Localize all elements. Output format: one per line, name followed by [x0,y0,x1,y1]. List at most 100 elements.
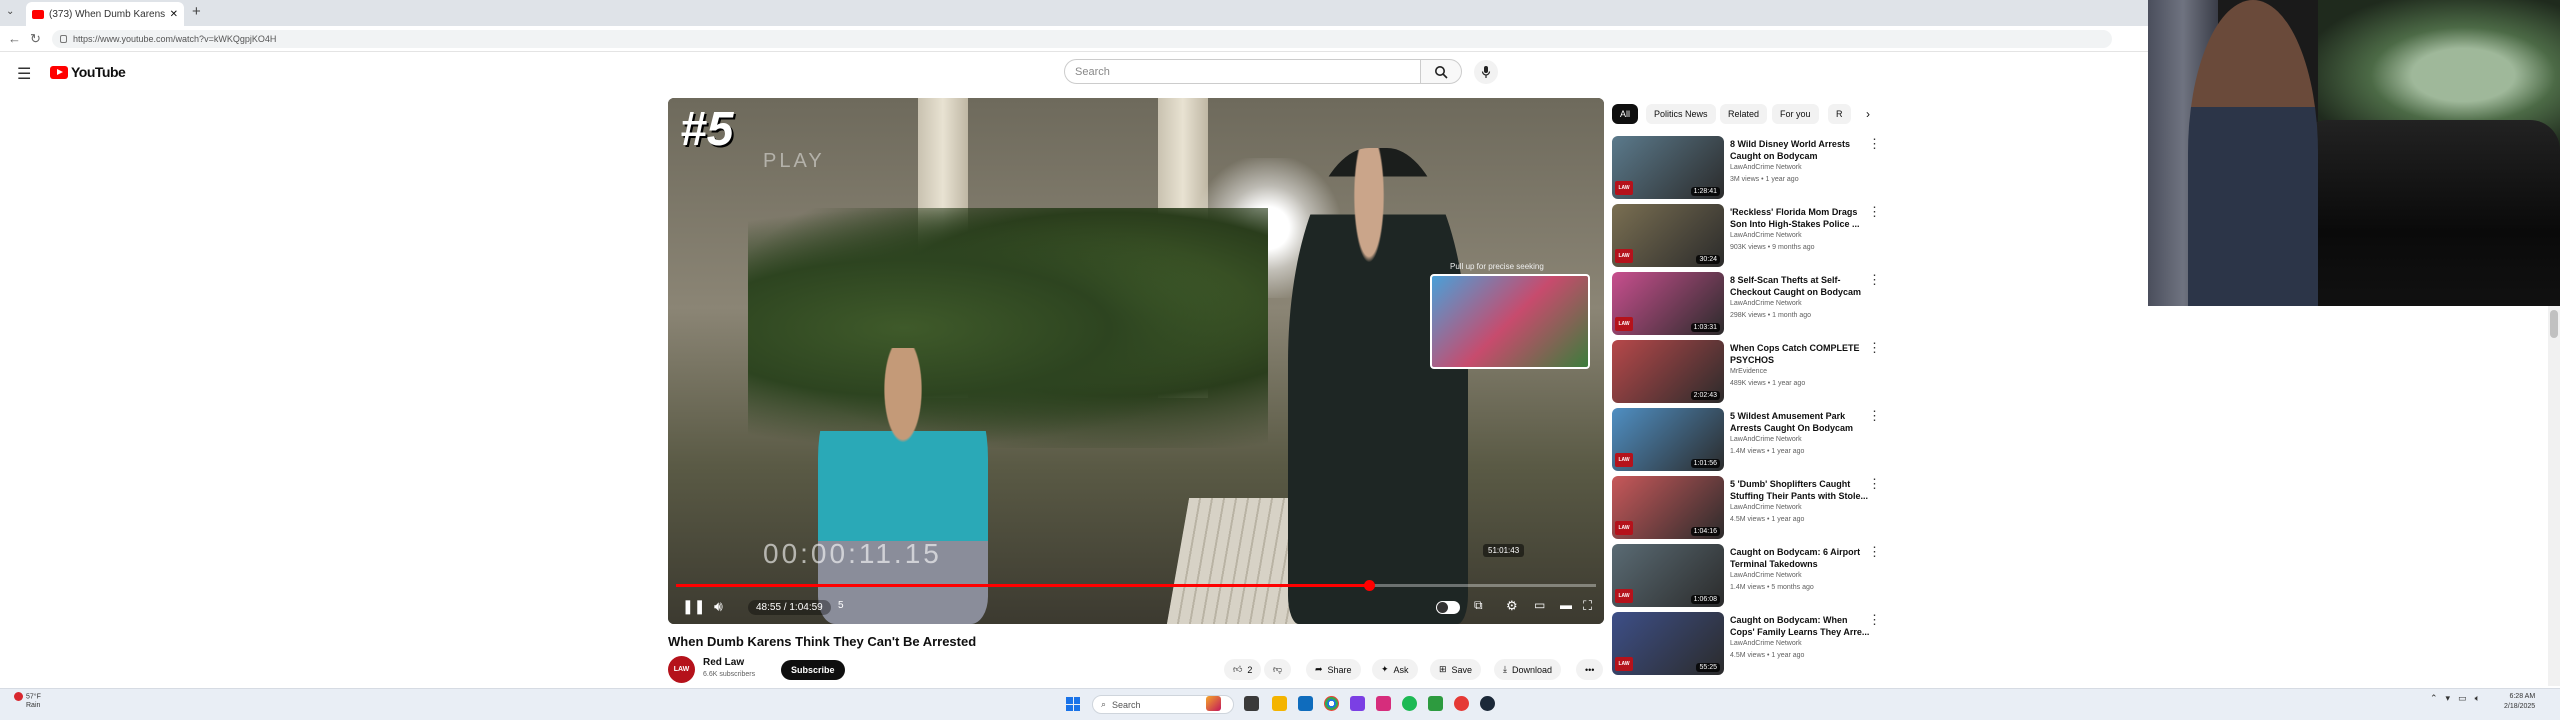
recommendation-channel[interactable]: LawAndCrime Network [1730,504,1802,511]
ms-store-icon[interactable] [1298,696,1313,711]
save-button[interactable]: ⊞ Save [1430,659,1482,680]
recommendation-title[interactable]: 8 Self-Scan Thefts at Self-Checkout Caug… [1730,274,1870,298]
more-actions-button[interactable]: ••• [1576,659,1604,680]
recommendation-item[interactable]: LAW 1:28:41 8 Wild Disney World Arrests C… [1612,136,1882,200]
obs-icon[interactable] [1350,696,1365,711]
volume-tray-icon[interactable]: 🔈︎ [2475,693,2480,704]
recommendation-item[interactable]: LAW 1:03:31 8 Self-Scan Thefts at Self-Ch… [1612,272,1882,336]
recommendation-channel[interactable]: LawAndCrime Network [1730,572,1802,579]
tab-list-chevron-icon[interactable]: ⌄ [6,6,14,17]
recommendation-thumbnail[interactable]: LAW 30:24 [1612,204,1724,267]
file-explorer-icon[interactable] [1272,696,1287,711]
download-button[interactable]: ⤓ Download [1494,659,1562,680]
chip-related[interactable]: Related [1720,104,1768,124]
subscribe-button[interactable]: Subscribe [781,660,845,680]
address-bar[interactable]: https://www.youtube.com/watch?v=kWKQgpjK… [52,30,2112,48]
app-red-icon[interactable] [1454,696,1469,711]
recommendation-thumbnail[interactable]: LAW 55:25 [1612,612,1724,675]
taskbar-task-view-icon[interactable] [1244,696,1259,711]
volume-icon[interactable]: 🔊︎ [714,598,723,615]
recommendation-thumbnail[interactable]: LAW 1:01:56 [1612,408,1724,471]
recommendation-channel[interactable]: LawAndCrime Network [1730,232,1802,239]
spotify-icon[interactable] [1402,696,1417,711]
autoplay-toggle[interactable] [1436,601,1460,614]
browser-tab[interactable]: (373) When Dumb Karens Thi ✕ [26,2,184,26]
taskbar-clock[interactable]: 6:28 AM 2/18/2025 [2504,692,2535,712]
recommendation-item[interactable]: LAW 30:24 'Reckless' Florida Mom Drags So… [1612,204,1882,268]
more-vertical-icon[interactable]: ⋮ [1868,544,1881,560]
voice-search-button[interactable] [1474,60,1498,84]
tray-app-icon[interactable]: ▾ [2446,693,2451,704]
chips-next-chevron-icon[interactable]: › [1858,104,1878,124]
chrome-icon[interactable] [1324,696,1339,711]
site-info-icon[interactable] [60,35,67,43]
recommendation-channel[interactable]: LawAndCrime Network [1730,164,1802,171]
windows-start-icon[interactable] [1066,697,1080,711]
scrollbar-thumb[interactable] [2550,310,2558,338]
recommendation-thumbnail[interactable]: LAW 1:03:31 [1612,272,1724,335]
recommendation-title[interactable]: Caught on Bodycam: 6 Airport Terminal Ta… [1730,546,1870,570]
recommendation-title[interactable]: When Cops Catch COMPLETE PSYCHOS [1730,342,1870,366]
recommendation-channel[interactable]: LawAndCrime Network [1730,300,1802,307]
recommendation-title[interactable]: 8 Wild Disney World Arrests Caught on Bo… [1730,138,1870,162]
search-button[interactable] [1420,59,1462,84]
search-input[interactable]: Search [1064,59,1421,84]
more-vertical-icon[interactable]: ⋮ [1868,340,1881,356]
app-green-icon[interactable] [1428,696,1443,711]
recommendation-thumbnail[interactable]: LAW 1:06:08 [1612,544,1724,607]
pause-icon[interactable]: ❚❚ [682,598,705,615]
new-tab-plus-icon[interactable]: + [192,3,201,20]
recommendation-item[interactable]: LAW 1:04:16 5 'Dumb' Shoplifters Caught S… [1612,476,1882,540]
progress-bar[interactable] [676,580,1596,591]
recommendation-item[interactable]: LAW 55:25 Caught on Bodycam: When Cops' F… [1612,612,1882,676]
channel-name[interactable]: Red Law [703,657,744,668]
tray-chevron-icon[interactable]: ⌃ [2430,693,2438,704]
video-player[interactable]: #5 PLAY 00:00:11.15 Pull up for precise … [668,98,1604,624]
more-vertical-icon[interactable]: ⋮ [1868,204,1881,220]
like-button[interactable]: 👍︎ 2 [1224,659,1262,680]
hamburger-menu-icon[interactable]: ☰ [17,64,31,84]
chip-politics-news[interactable]: Politics News [1646,104,1716,124]
app-icon[interactable] [1376,696,1391,711]
recommendation-thumbnail[interactable]: 2:02:43 [1612,340,1724,403]
taskbar-news-icon[interactable] [1206,696,1221,711]
ask-button[interactable]: ✦ Ask [1372,659,1418,680]
weather-widget[interactable]: 57°F Rain [14,692,41,710]
progress-scrubber-handle[interactable] [1363,580,1375,591]
recommendation-item[interactable]: LAW 1:01:56 5 Wildest Amusement Park Arre… [1612,408,1882,472]
chapter-label[interactable]: 5 [838,600,844,611]
chip-all[interactable]: All [1612,104,1639,124]
more-vertical-icon[interactable]: ⋮ [1868,408,1881,424]
recommendation-item[interactable]: LAW 1:06:08 Caught on Bodycam: 6 Airport … [1612,544,1882,608]
fullscreen-icon[interactable]: ⛶ [1583,598,1592,614]
page-scrollbar[interactable] [2548,306,2560,686]
settings-gear-icon[interactable]: ⚙ [1506,598,1518,614]
recommendation-title[interactable]: 5 Wildest Amusement Park Arrests Caught … [1730,410,1870,434]
theater-mode-icon[interactable]: ▬ [1560,598,1572,612]
more-vertical-icon[interactable]: ⋮ [1868,136,1881,152]
youtube-logo[interactable]: YouTube [50,64,126,80]
more-vertical-icon[interactable]: ⋮ [1868,612,1881,628]
recommendation-title[interactable]: 5 'Dumb' Shoplifters Caught Stuffing The… [1730,478,1870,502]
channel-avatar[interactable]: LAW [668,656,695,683]
share-button[interactable]: ➦ Share [1306,659,1361,680]
recommendation-channel[interactable]: LawAndCrime Network [1730,436,1802,443]
chip-r[interactable]: R [1828,104,1851,124]
reload-icon[interactable]: ↻ [30,31,41,47]
recommendation-thumbnail[interactable]: LAW 1:28:41 [1612,136,1724,199]
back-arrow-icon[interactable]: ← [8,31,21,46]
recommendation-title[interactable]: 'Reckless' Florida Mom Drags Son Into Hi… [1730,206,1870,230]
miniplayer-icon[interactable]: ▭ [1534,598,1545,612]
recommendation-channel[interactable]: LawAndCrime Network [1730,640,1802,647]
steam-icon[interactable] [1480,696,1495,711]
more-vertical-icon[interactable]: ⋮ [1868,272,1881,288]
recommendation-title[interactable]: Caught on Bodycam: When Cops' Family Lea… [1730,614,1870,638]
network-icon[interactable]: ▭ [2458,693,2467,704]
dislike-button[interactable]: 👎︎ [1264,659,1292,680]
recommendation-channel[interactable]: MrEvidence [1730,368,1767,375]
captions-icon[interactable]: ⧉ [1474,598,1483,613]
more-vertical-icon[interactable]: ⋮ [1868,476,1881,492]
recommendation-item[interactable]: 2:02:43 When Cops Catch COMPLETE PSYCHOS… [1612,340,1882,404]
tab-close-icon[interactable]: ✕ [170,9,178,20]
chip-for-you[interactable]: For you [1772,104,1819,124]
